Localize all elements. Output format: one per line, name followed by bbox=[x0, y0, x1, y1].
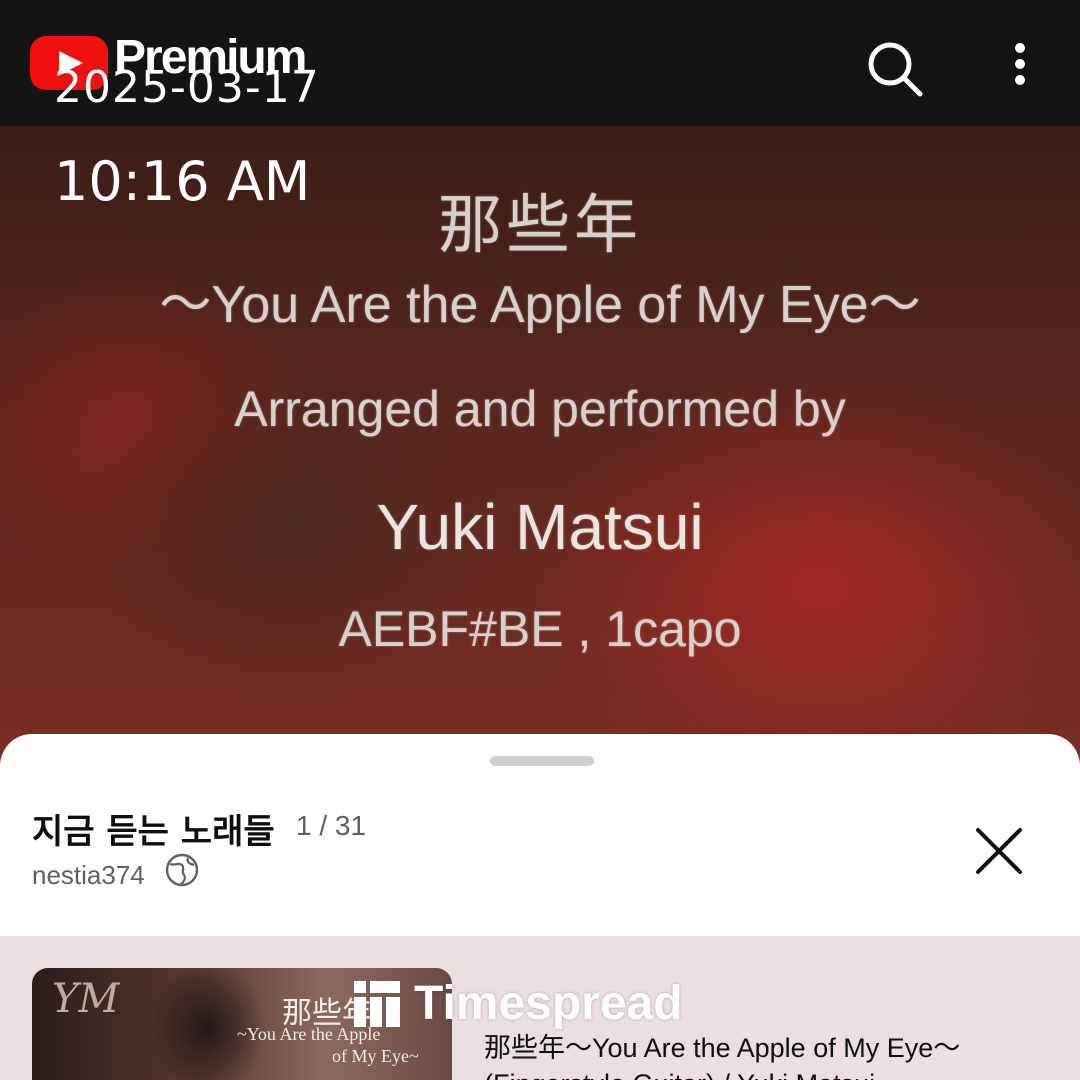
playlist-position: 1 / 31 bbox=[296, 810, 367, 841]
top-app-bar: Premium 2025-03-17 bbox=[0, 0, 1080, 126]
playlist-item-title[interactable]: 那些年～You Are the Apple of My Eye～ (Finger… bbox=[484, 1030, 1064, 1080]
thumbnail-mark: YM bbox=[52, 976, 120, 1022]
overlay-date: 2025-03-17 bbox=[54, 62, 320, 113]
overlay-time: 10:16 AM bbox=[54, 150, 311, 213]
timespread-logo-icon bbox=[354, 980, 400, 1027]
playlist-owner[interactable]: nestia374 bbox=[32, 860, 145, 891]
close-icon[interactable] bbox=[972, 824, 1026, 878]
video-credit-line: Arranged and performed by bbox=[234, 381, 846, 437]
globe-icon bbox=[165, 853, 199, 887]
playlist-title: 지금 듣는 노래들 bbox=[32, 812, 275, 852]
video-artist: Yuki Matsui bbox=[376, 491, 704, 563]
video-subtitle: ～You Are the Apple of My Eye～ bbox=[159, 276, 921, 334]
screen: Premium 2025-03-17 那些年 ～You Are the Appl… bbox=[0, 0, 1080, 1080]
more-vert-icon[interactable] bbox=[1000, 38, 1040, 94]
video-tuning: AEBF#BE , 1capo bbox=[338, 601, 742, 657]
watermark: Timespread bbox=[354, 976, 683, 1031]
watermark-label: Timespread bbox=[414, 977, 683, 1030]
video-player[interactable]: 那些年 ～You Are the Apple of My Eye～ Arrang… bbox=[0, 126, 1080, 766]
search-icon[interactable] bbox=[862, 36, 926, 100]
drag-handle[interactable] bbox=[490, 756, 594, 766]
thumbnail-subtitle-2: of My Eye~ bbox=[332, 1046, 419, 1066]
